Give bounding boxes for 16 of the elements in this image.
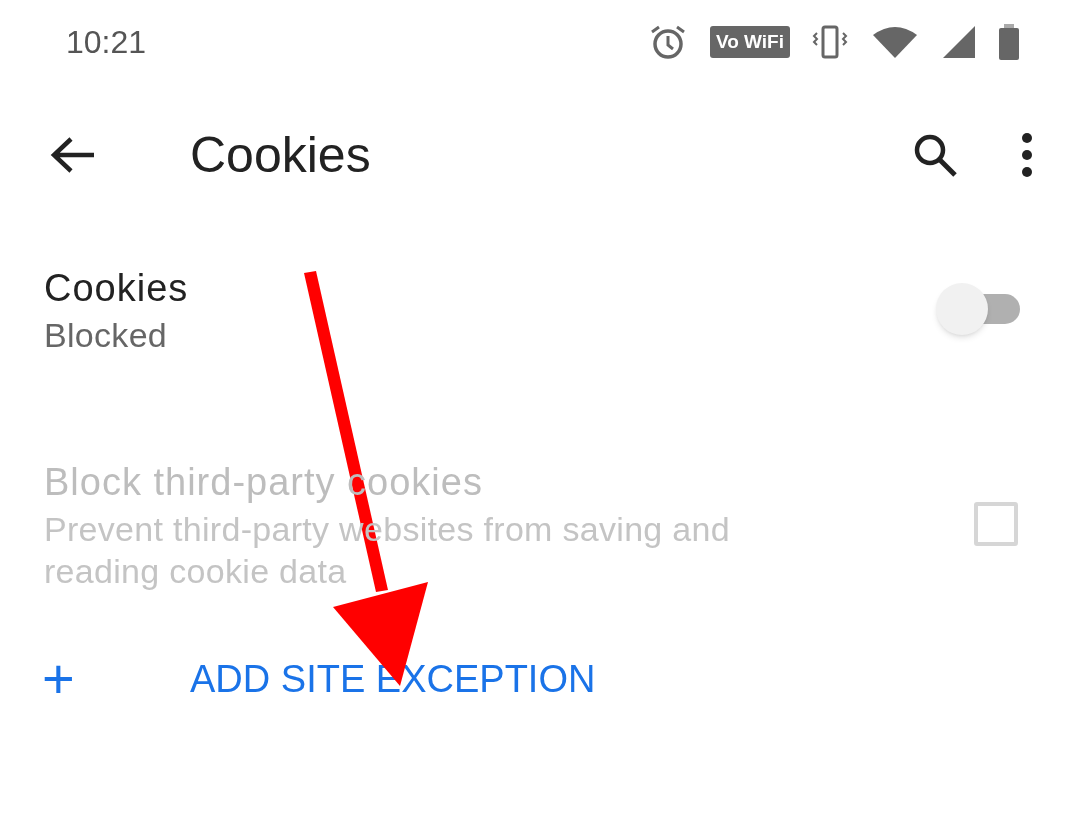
status-time: 10:21: [66, 23, 147, 62]
add-site-exception-button[interactable]: ADD SITE EXCEPTION: [190, 650, 596, 708]
plus-icon[interactable]: +: [42, 651, 190, 707]
cell-signal-icon: [942, 25, 976, 59]
page-title: Cookies: [190, 125, 371, 185]
search-icon[interactable]: [912, 132, 958, 178]
setting-title: Cookies: [44, 266, 190, 311]
setting-row[interactable]: Cookies Blocked: [0, 226, 1080, 392]
wifi-calling-badge: Vo WiFi: [709, 25, 790, 59]
more-options-icon[interactable]: [1020, 132, 1034, 178]
vibrate-icon: [812, 25, 848, 59]
back-arrow-icon[interactable]: [50, 136, 96, 174]
wifi-signal-icon: [870, 25, 920, 59]
setting-summary: Blocked: [44, 315, 169, 356]
battery-icon: [998, 24, 1020, 60]
toggle-switch[interactable]: [936, 283, 1020, 335]
